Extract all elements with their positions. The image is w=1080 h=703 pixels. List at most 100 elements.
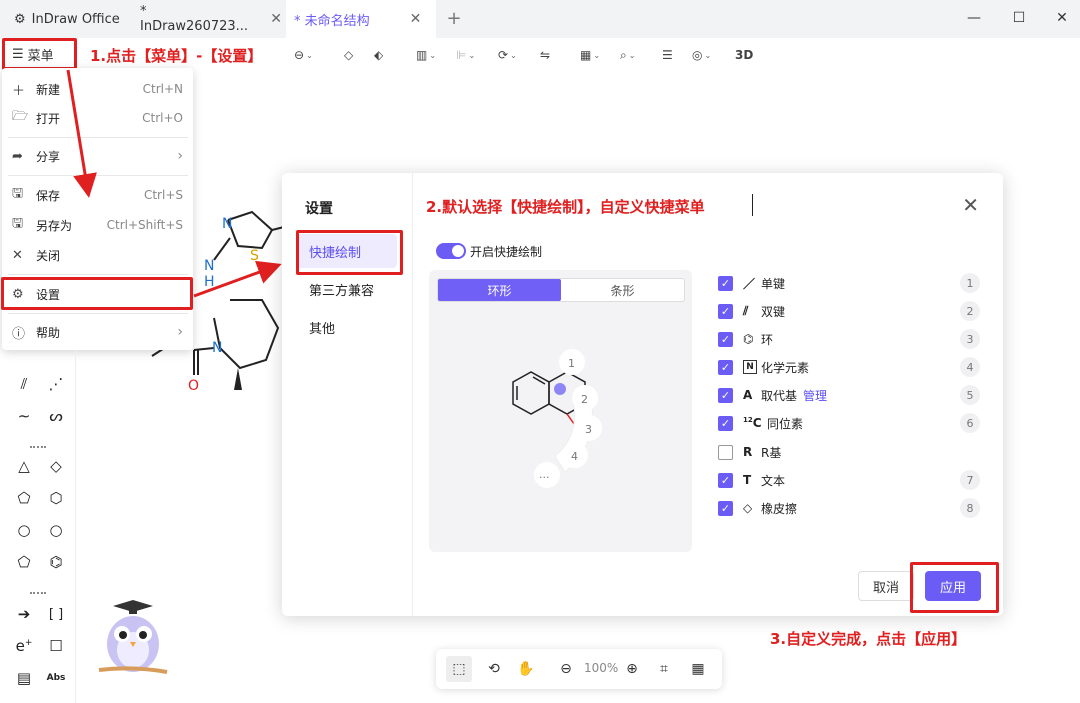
r-group-icon: R: [743, 445, 753, 459]
fit-icon[interactable]: ⌗: [654, 659, 674, 679]
hand-icon[interactable]: ✋: [516, 659, 536, 679]
cancel-button[interactable]: 取消: [858, 571, 914, 601]
arrow-tool[interactable]: ➔: [12, 602, 36, 626]
close-icon[interactable]: ✕: [962, 193, 979, 217]
owl-mascot-icon: [98, 600, 168, 674]
quick-draw-toggle[interactable]: [436, 243, 466, 259]
triangle-tool[interactable]: △: [12, 454, 36, 478]
heptagon-tool[interactable]: ○: [12, 518, 36, 542]
checkbox[interactable]: ✓: [718, 275, 733, 291]
lasso-icon[interactable]: ⟲: [484, 659, 504, 679]
option-r-group[interactable]: R R基: [718, 441, 980, 463]
hashed-bond-icon: ⋰: [48, 375, 64, 393]
triangle-icon: △: [18, 457, 30, 475]
option-text[interactable]: ✓ T 文本 7: [718, 469, 980, 491]
rectangle-tool[interactable]: ☐: [44, 634, 68, 658]
curve-tool[interactable]: ᔕ: [44, 404, 68, 428]
shortcut-number: 5: [960, 385, 980, 405]
apply-button[interactable]: 应用: [925, 571, 981, 601]
abs-tool[interactable]: Abs: [44, 666, 68, 690]
toggle-label: 开启快捷绘制: [470, 245, 543, 259]
grip-handle[interactable]: [30, 446, 46, 450]
square-icon: ☐: [49, 637, 63, 655]
grid-icon[interactable]: ▦: [688, 659, 708, 679]
option-eraser[interactable]: ✓ ◇ 橡皮擦 8: [718, 497, 980, 519]
shortcut-number: 6: [960, 413, 980, 433]
preview-illustration: 1 2 3 4 ...: [512, 349, 602, 488]
heptagon-icon: ○: [17, 521, 31, 539]
bond-double-tool[interactable]: ⫽: [12, 372, 36, 396]
zoom-in-icon[interactable]: ⊕: [622, 659, 642, 679]
option-label: 单键: [761, 276, 786, 291]
option-double-bond[interactable]: ✓ ⫽ 双键 2: [718, 300, 980, 322]
double-bond-icon: ⫽: [743, 303, 749, 318]
charge-label: e: [15, 637, 25, 655]
substituent-icon: A: [743, 388, 753, 402]
option-label: 文本: [761, 473, 786, 488]
preview-number: 2: [581, 393, 588, 406]
layout-segmented-control: 环形 条形: [437, 278, 685, 302]
zoom-out-icon[interactable]: ⊖: [556, 659, 576, 679]
manage-link[interactable]: 管理: [803, 387, 827, 404]
nav-quick-draw[interactable]: 快捷绘制: [297, 234, 397, 268]
abs-label: Abs: [46, 673, 66, 683]
option-label: 取代基: [761, 388, 798, 403]
hexagon-tool[interactable]: ⬡: [44, 486, 68, 510]
text-cursor: [752, 194, 753, 216]
charge-sign: +: [24, 638, 33, 648]
left-toolbox: ⫽ ⋰ ∼ ᔕ △ ◇ ⬠ ⬡ ○ ○ ⬠ ⌬ ➔ [ ] e+ ☐ ▤ Abs: [0, 350, 76, 703]
checkbox[interactable]: ✓: [718, 359, 733, 375]
settings-nav: 设置 快捷绘制 第三方兼容 其他: [282, 173, 413, 616]
dialog-title: 设置: [305, 201, 333, 217]
cyclopentadiene-tool[interactable]: ⬠: [12, 550, 36, 574]
octagon-tool[interactable]: ○: [44, 518, 68, 542]
shortcut-number: 8: [960, 498, 980, 518]
nav-other[interactable]: 其他: [297, 310, 397, 344]
double-bond-icon: ⫽: [20, 375, 28, 393]
select-icon[interactable]: ⬚: [446, 656, 472, 682]
checkbox[interactable]: ✓: [718, 472, 733, 488]
hexagon-icon: ⬡: [49, 489, 63, 507]
checkbox[interactable]: ✓: [718, 387, 733, 403]
charge-icon: e+: [16, 637, 33, 655]
checkbox[interactable]: ✓: [718, 415, 733, 431]
bond-hash-tool[interactable]: ⋰: [44, 372, 68, 396]
checkbox[interactable]: ✓: [718, 500, 733, 516]
option-single-bond[interactable]: ✓ ／ 单键 1: [718, 272, 980, 294]
pentagon-ring-icon: ⬠: [17, 553, 31, 571]
option-label: 同位素: [767, 416, 804, 431]
nav-third-party[interactable]: 第三方兼容: [297, 272, 397, 306]
option-label: 橡皮擦: [761, 501, 798, 516]
bracket-tool[interactable]: [ ]: [44, 602, 68, 626]
template-tool[interactable]: ▤: [12, 666, 36, 690]
checkbox[interactable]: ✓: [718, 331, 733, 347]
checkbox[interactable]: ✓: [718, 303, 733, 319]
charge-tool[interactable]: e+: [12, 634, 36, 658]
shortcut-number: 2: [960, 301, 980, 321]
option-label: 化学元素: [761, 360, 810, 375]
template-icon: ▤: [16, 669, 32, 687]
zoom-level: 100%: [584, 661, 619, 675]
shortcut-number: 7: [960, 470, 980, 490]
option-substituent[interactable]: ✓ A 取代基 管理 5: [718, 384, 980, 406]
settings-dialog: 设置 快捷绘制 第三方兼容 其他 ✕ 开启快捷绘制 环形 条形 1 2 3 4 …: [282, 173, 1003, 616]
shortcut-number: 1: [960, 273, 980, 293]
segment-ring[interactable]: 环形: [438, 279, 561, 301]
quick-draw-preview: 环形 条形 1 2 3 4 ...: [429, 270, 692, 552]
preview-number: 4: [571, 450, 578, 463]
checkbox[interactable]: [718, 444, 733, 460]
diamond-tool[interactable]: ◇: [44, 454, 68, 478]
annotation-step2: 2.默认选择【快捷绘制】，自定义快捷菜单: [426, 198, 705, 216]
chain-tool[interactable]: ∼: [12, 404, 36, 428]
option-isotope[interactable]: ✓ 12C 同位素 6: [718, 412, 980, 434]
benzene-tool[interactable]: ⌬: [44, 550, 68, 574]
preview-number: 1: [568, 357, 575, 370]
segment-bar[interactable]: 条形: [561, 279, 684, 301]
pentagon-tool[interactable]: ⬠: [12, 486, 36, 510]
grip-handle[interactable]: [30, 592, 46, 596]
shortcut-number: 3: [960, 329, 980, 349]
option-ring[interactable]: ✓ ⌬ 环 3: [718, 328, 980, 350]
preview-number: 3: [585, 423, 592, 436]
pentagon-icon: ⬠: [17, 489, 31, 507]
option-element[interactable]: ✓ N 化学元素 4: [718, 356, 980, 378]
